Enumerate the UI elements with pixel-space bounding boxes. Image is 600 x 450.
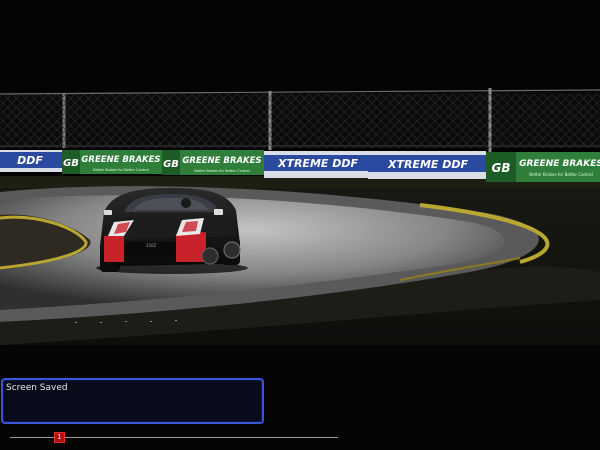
- right-wheel-rim: [223, 241, 241, 259]
- ad-greene-logo-2: GB: [163, 159, 179, 170]
- ad-greene-text-2: GREENE BRAKES: [182, 156, 261, 166]
- ad-board-xtreme-1: XTREME DDF: [264, 151, 368, 178]
- ad-greene-logo-3: GB: [492, 161, 511, 175]
- driver-helmet: [181, 198, 191, 208]
- race-car: 350Z: [96, 188, 248, 274]
- ad-xtreme-text-1: XTREME DDF: [277, 157, 359, 170]
- catch-fence: [0, 88, 600, 152]
- ad-greene-tagline-3: Better Brakes for Better Control: [529, 172, 593, 177]
- ad-board-greene-2: GB GREENE BRAKES Better Brakes for Bette…: [162, 150, 264, 175]
- ad-ddf-left-text: DDF: [17, 154, 43, 167]
- bumper-right-red: [176, 232, 206, 262]
- ad-board-xtreme-2: XTREME DDF: [368, 151, 486, 179]
- ad-greene-text-3: GREENE BRAKES: [519, 159, 600, 169]
- ad-greene-tagline-2: Better Brakes for Better Control: [194, 169, 250, 173]
- mirror-left: [104, 210, 112, 215]
- front-right-wheel-rim: [201, 247, 219, 265]
- ad-board-ddf-left: DDF: [0, 150, 62, 172]
- ad-board-greene-3: GB GREENE BRAKES Better Brakes for Bette…: [486, 152, 600, 182]
- status-message: Screen Saved: [6, 383, 68, 393]
- chat-message-box: Screen Saved: [1, 378, 264, 424]
- ad-greene-tagline-1: Better Brakes for Better Control: [93, 168, 149, 172]
- car-badge: 350Z: [146, 243, 157, 248]
- ad-xtreme-text-2: XTREME DDF: [387, 158, 469, 171]
- ad-board-greene-1: GB GREENE BRAKES Better Brakes for Bette…: [62, 150, 162, 174]
- game-viewport: DDF GB GREENE BRAKES Better Brakes for B…: [0, 0, 600, 450]
- ad-greene-logo-1: GB: [63, 158, 79, 169]
- bumper-left-red: [104, 234, 124, 262]
- replay-position-marker[interactable]: 1: [53, 432, 65, 443]
- ad-greene-text-1: GREENE BRAKES: [81, 155, 160, 165]
- mirror-right: [214, 209, 223, 215]
